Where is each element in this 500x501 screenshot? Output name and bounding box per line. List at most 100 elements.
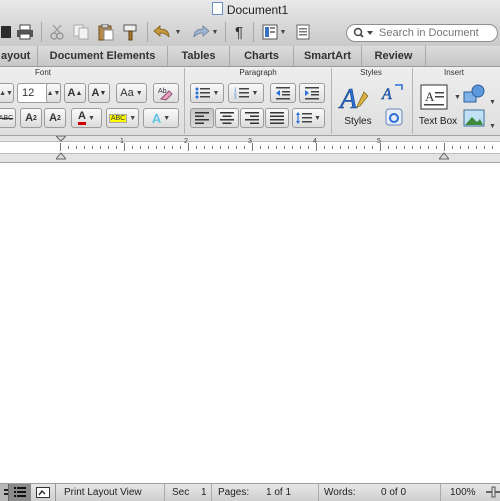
- first-line-indent-marker[interactable]: [54, 135, 68, 165]
- ruler-tick: [236, 146, 237, 149]
- align-center-button[interactable]: [215, 108, 239, 128]
- highlight-button[interactable]: ABC ▼: [106, 108, 139, 128]
- picture-button[interactable]: ▼: [463, 108, 497, 130]
- section-value: 1: [201, 487, 207, 498]
- right-indent-marker[interactable]: [437, 136, 451, 165]
- ruler-tick: [276, 146, 277, 149]
- ruler-tick: [164, 146, 165, 149]
- search-icon[interactable]: [353, 27, 375, 42]
- chevron-down-icon[interactable]: ▼: [175, 29, 182, 36]
- ruler-tick: [220, 146, 221, 149]
- text-box-button[interactable]: A ▼ Text Box: [418, 84, 461, 132]
- ruler-tick: [244, 146, 245, 149]
- tab-layout[interactable]: ayout: [0, 46, 38, 66]
- window-title: Document1: [0, 2, 500, 17]
- shrink-font-button[interactable]: A ▼: [88, 83, 110, 103]
- paragraph-group-label: Paragraph: [239, 68, 277, 77]
- line-spacing-button[interactable]: ▼: [292, 108, 325, 128]
- manage-styles-button[interactable]: [384, 107, 404, 127]
- redo-icon[interactable]: ▼: [188, 22, 220, 42]
- title-bar: Document1 ▼ ▼ ¶ ▼: [0, 0, 500, 47]
- subscript-button[interactable]: A2: [44, 108, 66, 128]
- words-label[interactable]: Words:: [324, 487, 356, 498]
- search-input[interactable]: [379, 26, 495, 40]
- font-size-chevron[interactable]: ▲▼: [46, 83, 61, 103]
- group-separator: [184, 68, 185, 134]
- search-box[interactable]: [346, 24, 498, 42]
- increase-indent-button[interactable]: [299, 83, 325, 103]
- document-page[interactable]: [0, 163, 500, 483]
- copy-icon[interactable]: [70, 22, 92, 42]
- change-styles-button[interactable]: A: [380, 82, 406, 104]
- align-right-button[interactable]: [240, 108, 264, 128]
- format-painter-icon[interactable]: [120, 22, 142, 42]
- document-icon: [211, 2, 223, 15]
- status-bar: Print Layout View Sec 1 Pages: 1 of 1 Wo…: [0, 483, 500, 501]
- shape-button[interactable]: ▼: [463, 84, 497, 106]
- ruler-tick: [260, 146, 261, 149]
- ruler-number: 5: [377, 138, 381, 145]
- ruler[interactable]: 1 2 3 4 5: [0, 135, 500, 165]
- publishing-view-button[interactable]: [31, 484, 56, 501]
- show-formatting-icon[interactable]: ¶: [229, 22, 249, 42]
- outline-view-icon: [14, 487, 26, 497]
- chevron-down-icon: ▼: [163, 114, 171, 122]
- text-effects-button[interactable]: A ▼: [143, 108, 179, 128]
- font-name-dropdown[interactable]: ▲▼: [0, 83, 14, 103]
- zoom-slider[interactable]: [486, 486, 500, 498]
- superscript-button[interactable]: A2: [20, 108, 42, 128]
- ruler-tick: [428, 146, 429, 149]
- ruler-tick: [172, 146, 173, 149]
- view-layout-icon[interactable]: ▼: [257, 22, 291, 42]
- text-box-icon: A: [420, 84, 448, 110]
- grow-font-button[interactable]: A ▲: [64, 83, 86, 103]
- chevron-down-icon: ▼: [454, 94, 461, 101]
- print-icon[interactable]: [14, 22, 36, 42]
- align-left-button[interactable]: [190, 108, 214, 128]
- tab-tables[interactable]: Tables: [168, 46, 230, 66]
- sidebar-icon[interactable]: [293, 22, 313, 42]
- chevron-down-icon[interactable]: ▼: [280, 29, 287, 36]
- zoom-level[interactable]: 100%: [450, 487, 476, 498]
- bullets-button[interactable]: ▼: [190, 83, 224, 103]
- chevron-down-icon[interactable]: ▼: [212, 29, 219, 36]
- styles-button-label: Styles: [344, 116, 372, 127]
- pages-value: 1 of 1: [266, 487, 292, 498]
- ruler-tick: [300, 146, 301, 149]
- tab-smartart[interactable]: SmartArt: [294, 46, 362, 66]
- toolbar-separator: [253, 22, 254, 42]
- bullets-icon: [195, 87, 210, 99]
- font-color-button[interactable]: A ▼: [71, 108, 102, 128]
- chevron-down-icon: ▼: [212, 89, 220, 97]
- undo-icon[interactable]: ▼: [151, 22, 183, 42]
- ruler-tick: [460, 146, 461, 149]
- cut-icon[interactable]: [46, 22, 68, 42]
- ruler-tick: [68, 146, 69, 149]
- decrease-indent-icon: [276, 87, 290, 100]
- tab-document-elements[interactable]: Document Elements: [38, 46, 168, 66]
- decrease-indent-button[interactable]: [270, 83, 296, 103]
- strikethrough-button[interactable]: ABC: [0, 108, 16, 128]
- ruler-tick: [204, 146, 205, 149]
- chevron-down-icon: ▼: [489, 99, 496, 106]
- words-value[interactable]: 0 of 0: [381, 487, 406, 498]
- ruler-tick: [412, 146, 413, 149]
- outline-view-button[interactable]: [8, 484, 31, 501]
- ruler-tick: [228, 146, 229, 149]
- ruler-tick: [156, 146, 157, 149]
- styles-button[interactable]: A Styles: [338, 82, 378, 132]
- numbering-icon: 123: [234, 87, 249, 100]
- status-separator: [211, 484, 212, 501]
- ruler-tick: [468, 146, 469, 149]
- change-case-button[interactable]: Aa ▼: [116, 83, 147, 103]
- tab-review[interactable]: Review: [362, 46, 426, 66]
- numbering-button[interactable]: 1 2 3 ▼: [228, 83, 264, 103]
- clear-formatting-button[interactable]: Ab: [153, 83, 179, 103]
- svg-text:A: A: [338, 84, 358, 114]
- save-icon[interactable]: [0, 22, 12, 42]
- justify-button[interactable]: [265, 108, 289, 128]
- tab-charts[interactable]: Charts: [230, 46, 294, 66]
- font-color-icon: A: [78, 111, 86, 125]
- paste-icon[interactable]: [95, 22, 117, 42]
- clear-formatting-icon: Ab: [158, 88, 173, 101]
